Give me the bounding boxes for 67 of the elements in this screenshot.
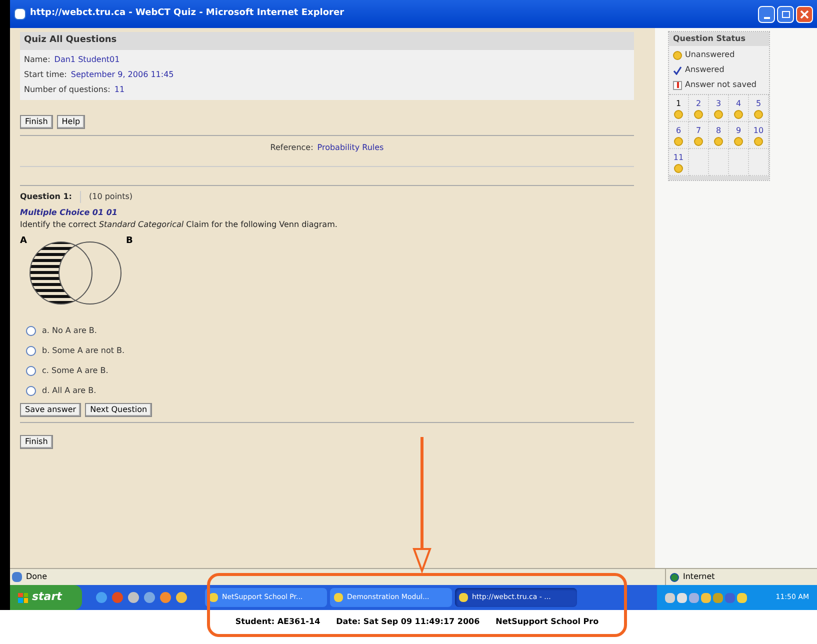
page-button[interactable]: Help (56, 115, 86, 129)
question-button[interactable]: Next Question (85, 403, 152, 417)
caption-text: Student: AE361-14 (235, 616, 320, 628)
restore-button[interactable] (777, 6, 794, 22)
radio-button[interactable] (26, 386, 36, 396)
option-label: a. No A are B. (42, 325, 97, 337)
question-title: Multiple Choice 01 01 (20, 207, 118, 219)
question-link[interactable]: 5 (749, 95, 769, 122)
option-label: c. Some A are B. (42, 365, 108, 377)
question-label: Question 1: (20, 191, 72, 203)
page-icon (12, 572, 22, 582)
legend-label: Answer not saved (685, 79, 756, 91)
windows-logo-icon (18, 592, 28, 602)
window-icon (14, 8, 26, 20)
globe-icon (670, 572, 679, 582)
page-button[interactable]: Finish (20, 435, 53, 449)
minimize-button[interactable] (758, 6, 775, 22)
window-title: http://webct.tru.ca - WebCT Quiz - Microsoft Internet Explorer (30, 7, 344, 20)
reference-link[interactable]: Probability Rules (317, 142, 384, 154)
radio-button[interactable] (26, 346, 36, 356)
question-link[interactable]: 2 (689, 95, 709, 122)
question-points: (10 points) (80, 191, 133, 203)
status-title: Question Status (669, 32, 769, 46)
info-value: 11 (114, 84, 125, 96)
close-button[interactable] (796, 6, 813, 22)
question-link[interactable]: 3 (709, 95, 729, 122)
quick-launch-icon[interactable] (144, 592, 155, 603)
quiz-title: Quiz All Questions (20, 32, 634, 50)
radio-button[interactable] (26, 366, 36, 376)
app-icon (334, 593, 343, 602)
reference-label: Reference: (270, 142, 314, 154)
app-icon (459, 593, 468, 602)
info-value: September 9, 2006 11:45 (70, 69, 174, 81)
legend-label: Unanswered (685, 49, 735, 61)
status-text: Done (26, 571, 48, 583)
question-link[interactable]: 8 (709, 122, 729, 149)
question-link[interactable]: 7 (689, 122, 709, 149)
check-icon (673, 66, 682, 74)
question-link[interactable]: 1 (669, 95, 689, 122)
quick-launch-icon[interactable] (176, 592, 187, 603)
quick-launch-icon[interactable] (160, 592, 171, 603)
close-icon (800, 10, 809, 18)
legend-label: Answered (685, 64, 724, 76)
option-label: d. All A are B. (42, 385, 96, 397)
question-link[interactable]: 9 (729, 122, 749, 149)
caption-text: Date: Sat Sep 09 11:49:17 2006 (336, 616, 480, 628)
option-label: b. Some A are not B. (42, 345, 125, 357)
radio-button[interactable] (26, 326, 36, 336)
info-label: Name: (24, 54, 50, 66)
start-button[interactable]: start (10, 585, 82, 610)
page-button[interactable]: Finish (20, 115, 53, 129)
info-label: Number of questions: (24, 84, 110, 96)
question-link[interactable]: 6 (669, 122, 689, 149)
venn-label: A (20, 235, 27, 248)
info-label: Start time: (24, 69, 67, 81)
question-prompt: Identify the correct Standard Categorical Claim for the following Venn diagram. (20, 219, 338, 231)
question-link[interactable]: 10 (749, 122, 769, 149)
venn-label: B (126, 235, 133, 248)
zone-text: Internet (683, 571, 715, 583)
quick-launch-icon[interactable] (128, 592, 139, 603)
question-link[interactable]: 4 (729, 95, 749, 122)
quick-launch-icon[interactable] (96, 592, 107, 603)
question-button[interactable]: Save answer (20, 403, 82, 417)
caption-text: NetSupport School Pro (496, 616, 599, 628)
quick-launch-icon[interactable] (112, 592, 123, 603)
warning-icon (673, 80, 682, 90)
info-value: Dan1 Student01 (54, 54, 120, 66)
